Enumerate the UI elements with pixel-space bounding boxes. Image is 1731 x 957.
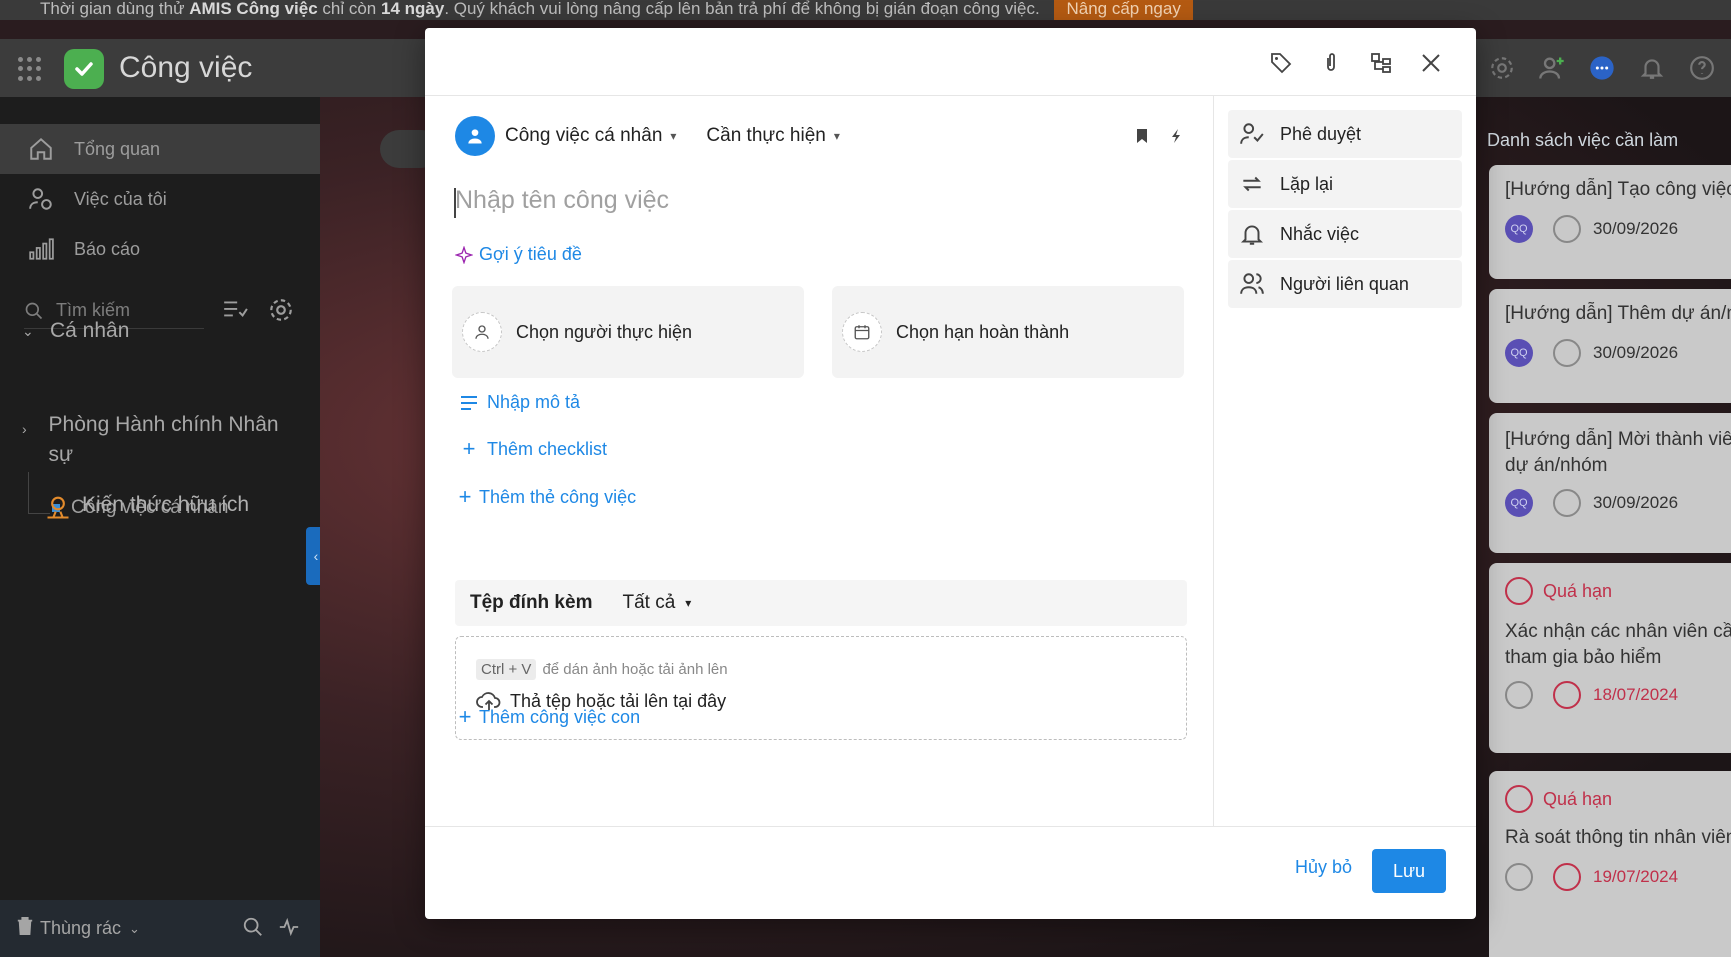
bar-chart-icon <box>26 234 56 264</box>
avatar: QQ <box>1505 489 1533 517</box>
task-name-input[interactable] <box>455 186 1175 215</box>
plus-icon: + <box>458 704 472 729</box>
reminder-button[interactable]: Nhắc việc <box>1228 210 1462 258</box>
modal-side-panel: Phê duyệt Lặp lại Nhắc việc Người liên q… <box>1213 96 1476 826</box>
text-cursor <box>454 188 456 218</box>
attachments-header: Tệp đính kèm Tất cả ▾ <box>455 580 1187 626</box>
bell-icon <box>1238 220 1266 248</box>
sidebar-group-personal[interactable]: ⌄ Cá nhân <box>22 319 129 343</box>
add-description-link[interactable]: Nhập mô tả <box>459 392 580 413</box>
todo-list-panel: Danh sách việc cần làm [Hướng dẫn] Tạo c… <box>1477 97 1731 957</box>
bookmark-icon[interactable] <box>1135 128 1149 149</box>
avatar: QQ <box>1505 339 1533 367</box>
calendar-icon <box>1553 489 1581 517</box>
lightbulb-map-icon <box>44 493 72 527</box>
avatar <box>1505 681 1533 709</box>
repeat-icon <box>1238 170 1266 198</box>
search-icon <box>25 302 43 319</box>
add-tag-link[interactable]: + Thêm thẻ công việc <box>455 484 637 510</box>
assignee-picker[interactable]: Chọn người thực hiện <box>452 286 804 378</box>
related-people-button[interactable]: Người liên quan <box>1228 260 1462 308</box>
todo-list-title: Danh sách việc cần làm <box>1487 130 1679 150</box>
search-icon[interactable] <box>242 916 264 943</box>
todo-card-overdue[interactable]: Quá hạn Rà soát thông tin nhân viên 19/0… <box>1489 771 1731 957</box>
chevron-down-icon[interactable]: ▾ <box>685 596 691 610</box>
calendar-icon <box>1553 215 1581 243</box>
tag-icon[interactable] <box>1266 48 1296 78</box>
paperclip-icon[interactable] <box>1316 48 1346 78</box>
priority-flash-icon[interactable] <box>1169 128 1183 149</box>
app-logo-icon <box>64 49 104 89</box>
user-icon <box>462 312 502 352</box>
home-icon <box>26 134 56 164</box>
project-status-row: Công việc cá nhân ▾ Cần thực hiện ▾ <box>455 116 870 156</box>
todo-card[interactable]: [Hướng dẫn] Mời thành viên dự án/nhóm QQ… <box>1489 413 1731 553</box>
calendar-icon <box>1553 339 1581 367</box>
sidebar-item-my-tasks[interactable]: Việc của tôi <box>0 174 320 224</box>
calendar-icon <box>1505 785 1533 813</box>
project-avatar-icon <box>455 116 495 156</box>
sidebar-footer: Thùng rác ⌄ <box>0 900 320 957</box>
avatar <box>1505 863 1533 891</box>
new-task-modal: Công việc cá nhân ▾ Cần thực hiện ▾ Gợi … <box>425 28 1476 919</box>
repeat-button[interactable]: Lặp lại <box>1228 160 1462 208</box>
filter-list-icon[interactable] <box>222 297 248 328</box>
todo-card-overdue[interactable]: Quá hạn Xác nhận các nhân viên cần tham … <box>1489 563 1731 753</box>
project-select[interactable]: Công việc cá nhân <box>505 125 662 147</box>
calendar-icon <box>1505 577 1533 605</box>
sidebar: Tổng quan Việc của tôi Báo cáo Tìm kiếm … <box>0 97 320 957</box>
activity-icon[interactable] <box>278 916 300 943</box>
user-approve-icon <box>1238 120 1266 148</box>
add-checklist-link[interactable]: + Thêm checklist <box>459 436 607 462</box>
paste-shortcut: Ctrl + V <box>476 659 537 680</box>
suggest-title-link[interactable]: Gợi ý tiêu đề <box>455 244 582 265</box>
add-subtask-link[interactable]: + Thêm công việc con <box>455 704 641 730</box>
bell-icon[interactable] <box>1637 53 1667 83</box>
plus-icon: + <box>458 484 472 509</box>
close-icon[interactable] <box>1416 48 1446 78</box>
modal-main: Công việc cá nhân ▾ Cần thực hiện ▾ Gợi … <box>425 96 1213 826</box>
text-lines-icon <box>459 395 479 411</box>
sidebar-item-overview[interactable]: Tổng quan <box>0 124 320 174</box>
calendar-icon <box>1553 681 1581 709</box>
upgrade-button[interactable]: Nâng cấp ngay <box>1054 0 1193 20</box>
approval-button[interactable]: Phê duyệt <box>1228 110 1462 158</box>
help-icon[interactable] <box>1687 53 1717 83</box>
cancel-button[interactable]: Hủy bỏ <box>1295 857 1352 878</box>
chevron-right-icon: › <box>22 421 27 437</box>
calendar-icon <box>842 312 882 352</box>
due-date-picker[interactable]: Chọn hạn hoàn thành <box>832 286 1184 378</box>
calendar-icon <box>1553 863 1581 891</box>
users-icon <box>1238 270 1266 298</box>
chevron-down-icon: ⌄ <box>22 323 34 339</box>
sidebar-item-reports[interactable]: Báo cáo <box>0 224 320 274</box>
todo-card[interactable]: [Hướng dẫn] Tạo công việc QQ 30/09/2026 <box>1489 165 1731 279</box>
add-user-icon[interactable] <box>1537 53 1567 83</box>
sidebar-item-knowledge[interactable]: Kiến thức hữu ích <box>44 493 249 527</box>
save-button[interactable]: Lưu <box>1372 849 1446 893</box>
chevron-down-icon[interactable]: ▾ <box>670 129 676 143</box>
sparkle-icon <box>455 245 473 264</box>
modal-toolbar <box>425 28 1476 96</box>
settings-icon[interactable] <box>1487 53 1517 83</box>
chevron-down-icon[interactable]: ▾ <box>834 129 840 143</box>
trash-button[interactable]: Thùng rác <box>40 918 121 939</box>
chevron-down-icon[interactable]: ⌄ <box>129 921 140 937</box>
trash-icon <box>16 916 34 941</box>
attachments-filter-select[interactable]: Tất cả <box>622 592 675 614</box>
sidebar-group-hr[interactable]: › Phòng Hành chính Nhân sự <box>22 410 282 470</box>
plus-icon: + <box>462 436 476 461</box>
avatar: QQ <box>1505 215 1533 243</box>
chat-icon[interactable] <box>1587 53 1617 83</box>
app-launcher-icon[interactable] <box>18 57 42 81</box>
user-check-icon <box>26 184 56 214</box>
app-title: Công việc <box>119 51 253 84</box>
sidebar-search-placeholder: Tìm kiếm <box>56 300 130 320</box>
todo-card[interactable]: [Hướng dẫn] Thêm dự án/nhóm QQ 30/09/202… <box>1489 289 1731 403</box>
trial-banner: Thời gian dùng thử AMIS Công việc chỉ cò… <box>0 0 1731 20</box>
gear-icon[interactable] <box>268 297 294 328</box>
modal-footer: Hủy bỏ Lưu <box>425 826 1476 919</box>
hierarchy-icon[interactable] <box>1366 48 1396 78</box>
status-select[interactable]: Cần thực hiện <box>706 125 825 147</box>
